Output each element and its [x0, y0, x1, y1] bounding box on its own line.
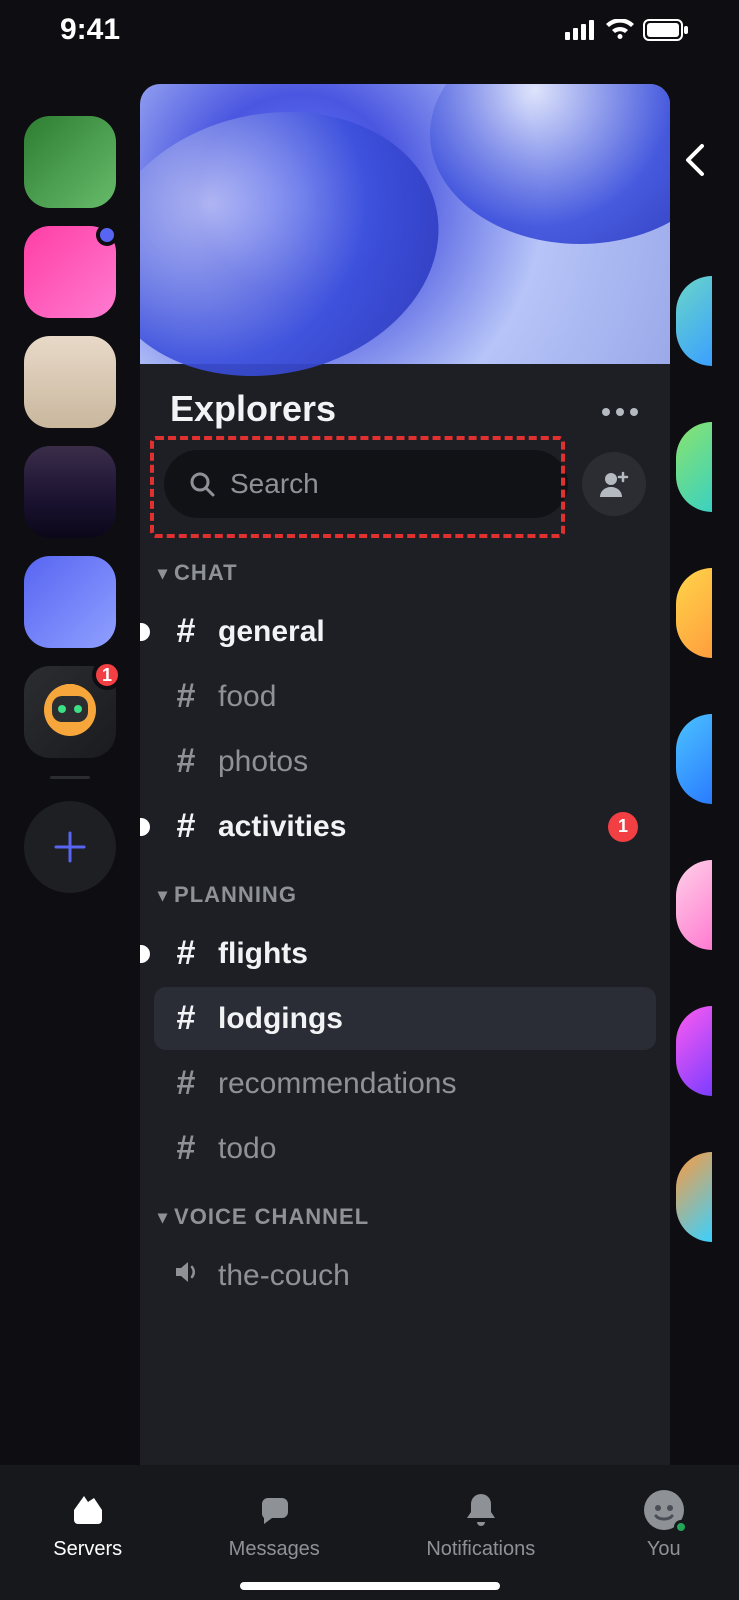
online-status-icon — [674, 1520, 688, 1534]
server-icon-cat[interactable] — [24, 336, 116, 428]
search-placeholder: Search — [230, 468, 319, 500]
mention-badge: 1 — [92, 660, 122, 690]
server-rail: 1 — [0, 60, 140, 1465]
battery-icon — [643, 19, 689, 41]
nav-messages[interactable]: Messages — [229, 1488, 320, 1561]
add-server-button[interactable] — [24, 801, 116, 893]
member-avatar[interactable] — [676, 1006, 712, 1096]
unread-indicator-icon — [140, 623, 150, 641]
server-banner[interactable] — [140, 84, 670, 364]
server-icon-frog[interactable] — [24, 226, 116, 318]
invite-button[interactable] — [582, 452, 646, 516]
nav-you[interactable]: You — [642, 1488, 686, 1561]
channel-label: general — [218, 615, 325, 649]
status-time: 9:41 — [60, 13, 120, 47]
channel-label: the-couch — [218, 1259, 350, 1293]
member-avatar[interactable] — [676, 276, 712, 366]
category-label: PLANNING — [174, 882, 297, 908]
category-label: VOICE CHANNEL — [174, 1204, 369, 1230]
channel-activities[interactable]: # activities 1 — [154, 795, 656, 858]
nav-label: Servers — [53, 1538, 122, 1561]
wifi-icon — [605, 19, 635, 41]
bottom-nav: Servers Messages Notifications You — [0, 1465, 739, 1600]
hash-icon: # — [172, 612, 200, 651]
hash-icon: # — [172, 807, 200, 846]
member-avatar[interactable] — [676, 860, 712, 950]
category-planning[interactable]: ▾ PLANNING — [154, 860, 656, 920]
bell-icon — [459, 1488, 503, 1532]
chevron-down-icon: ▾ — [158, 885, 168, 906]
messages-icon — [252, 1488, 296, 1532]
hash-icon: # — [172, 1129, 200, 1168]
server-divider — [50, 776, 90, 779]
plus-icon — [50, 827, 90, 867]
channel-label: lodgings — [218, 1002, 343, 1036]
server-icon-plants[interactable] — [24, 116, 116, 208]
channel-label: activities — [218, 810, 346, 844]
hash-icon: # — [172, 742, 200, 781]
search-input[interactable]: Search — [164, 450, 568, 518]
search-icon — [188, 470, 216, 498]
mention-badge: 1 — [608, 812, 638, 842]
channel-label: todo — [218, 1132, 276, 1166]
more-horizontal-icon — [600, 406, 640, 418]
nav-label: You — [647, 1538, 681, 1561]
person-add-icon — [597, 467, 631, 501]
home-indicator[interactable] — [240, 1582, 500, 1590]
nav-label: Messages — [229, 1538, 320, 1561]
member-avatar[interactable] — [676, 422, 712, 512]
hash-icon: # — [172, 934, 200, 973]
channel-the-couch[interactable]: the-couch — [154, 1244, 656, 1307]
server-header: Explorers — [140, 364, 670, 438]
channel-photos[interactable]: # photos — [154, 730, 656, 793]
nav-label: Notifications — [426, 1538, 535, 1561]
chevron-down-icon: ▾ — [158, 563, 168, 584]
channel-label: food — [218, 680, 276, 714]
member-peek-rail — [670, 60, 712, 1465]
channel-list[interactable]: ▾ CHAT # general # food # photos # activ… — [140, 538, 670, 1465]
nav-notifications[interactable]: Notifications — [426, 1488, 535, 1561]
channel-panel: Explorers Search ▾ CHAT # — [140, 84, 670, 1465]
status-bar: 9:41 — [0, 0, 739, 60]
channel-label: recommendations — [218, 1067, 456, 1101]
channel-label: flights — [218, 937, 308, 971]
channel-flights[interactable]: # flights — [154, 922, 656, 985]
channel-lodgings[interactable]: # lodgings — [154, 987, 656, 1050]
cellular-icon — [565, 20, 597, 40]
channel-general[interactable]: # general — [154, 600, 656, 663]
status-icons — [565, 19, 689, 41]
category-label: CHAT — [174, 560, 237, 586]
hash-icon: # — [172, 999, 200, 1038]
category-chat[interactable]: ▾ CHAT — [154, 538, 656, 598]
channel-food[interactable]: # food — [154, 665, 656, 728]
speaker-icon — [172, 1256, 200, 1295]
notification-dot-icon — [96, 224, 118, 246]
unread-indicator-icon — [140, 945, 150, 963]
unread-indicator-icon — [140, 818, 150, 836]
server-icon-sunset[interactable] — [24, 446, 116, 538]
hash-icon: # — [172, 677, 200, 716]
search-row: Search — [140, 438, 670, 538]
back-chevron-icon[interactable] — [682, 140, 712, 180]
nav-servers[interactable]: Servers — [53, 1488, 122, 1561]
server-icon-robot[interactable]: 1 — [24, 666, 116, 758]
category-voice[interactable]: ▾ VOICE CHANNEL — [154, 1182, 656, 1242]
chevron-down-icon: ▾ — [158, 1207, 168, 1228]
member-avatar[interactable] — [676, 1152, 712, 1242]
member-avatar[interactable] — [676, 568, 712, 658]
servers-icon — [66, 1488, 110, 1532]
server-more-button[interactable] — [600, 393, 640, 425]
server-name[interactable]: Explorers — [170, 388, 336, 430]
hash-icon: # — [172, 1064, 200, 1103]
channel-todo[interactable]: # todo — [154, 1117, 656, 1180]
channel-label: photos — [218, 745, 308, 779]
channel-recommendations[interactable]: # recommendations — [154, 1052, 656, 1115]
server-icon-blob[interactable] — [24, 556, 116, 648]
member-avatar[interactable] — [676, 714, 712, 804]
